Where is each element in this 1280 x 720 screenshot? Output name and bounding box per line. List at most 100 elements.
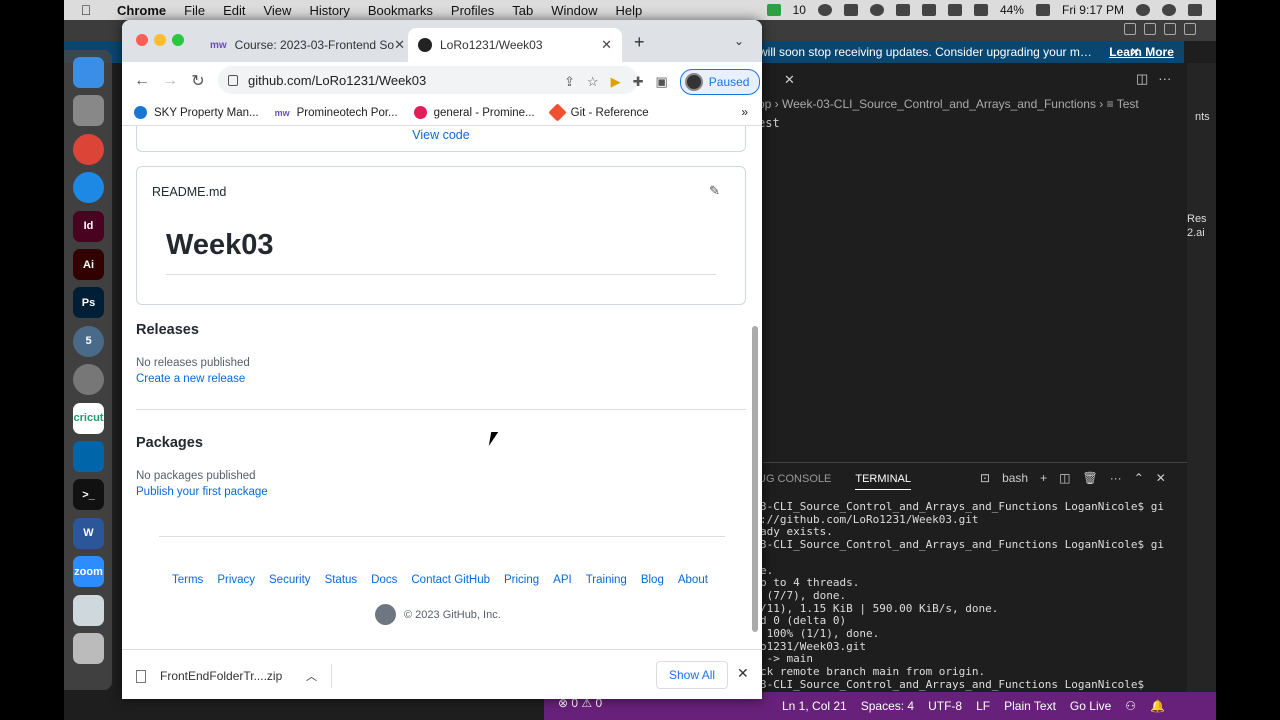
close-tab-icon[interactable]: ✕ [394,37,405,53]
dock-zoom-icon[interactable]: zoom [73,556,104,588]
control-center-icon[interactable] [1188,4,1202,16]
airplay-icon[interactable] [973,4,988,16]
status-m-icon[interactable] [843,4,858,16]
toggle-panel-icon[interactable] [1144,23,1156,35]
close-panel-icon[interactable]: ✕ [1156,471,1166,485]
tab-course[interactable]: mw Course: 2023-03-Frontend So ✕ [200,28,408,62]
dock-preview-icon[interactable] [73,594,104,626]
line-ending[interactable]: LF [976,699,990,713]
dock-safari-icon[interactable] [73,172,104,204]
bookmark-promineotech[interactable]: mw Promineotech Por... [275,107,398,119]
view-code-link[interactable]: View code [137,128,745,142]
menu-app-name[interactable]: Chrome [108,3,175,18]
dock-cricut-icon[interactable]: cricut [73,402,104,434]
menu-profiles[interactable]: Profiles [442,3,503,18]
bookmarks-overflow-icon[interactable]: » [741,105,748,119]
reload-icon[interactable]: ↻ [184,71,212,91]
zoom-window-icon[interactable] [172,34,184,46]
tab-search-chevron-icon[interactable]: ⌄ [734,34,744,48]
language-mode[interactable]: Plain Text [1004,699,1056,713]
url-text[interactable]: github.com/LoRo1231/Week03 [248,73,426,88]
lock-icon[interactable] [228,74,238,86]
side-panel-icon[interactable]: ▣ [655,74,667,90]
bluetooth-icon[interactable] [895,4,910,16]
dock-illustrator-icon[interactable]: Ai [73,249,104,280]
footer-link-about[interactable]: About [678,574,708,586]
siri-icon[interactable] [1162,4,1176,16]
footer-link-training[interactable]: Training [586,574,627,586]
tab-debug-console[interactable]: UG CONSOLE [758,473,831,490]
footer-link-contact[interactable]: Contact GitHub [411,574,490,586]
dock-launchpad-icon[interactable] [73,95,104,127]
battery-icon[interactable] [1035,4,1050,16]
menu-bookmarks[interactable]: Bookmarks [359,3,442,18]
readme-filename[interactable]: README.md [152,185,226,199]
volume-icon[interactable] [947,4,962,16]
more-actions-icon[interactable]: ··· [1158,71,1171,87]
split-editor-icon[interactable]: ◫ [1136,71,1148,87]
bookmark-star-icon[interactable]: ☆ [587,74,599,90]
footer-link-api[interactable]: API [553,574,572,586]
breadcrumb[interactable]: op › Week-03-CLI_Source_Control_and_Arra… [758,97,1178,111]
forward-icon[interactable]: → [156,72,184,90]
accounts-icon[interactable]: ⚇ [1125,699,1136,713]
notification-close-icon[interactable]: ✕ [1130,41,1140,63]
new-terminal-icon[interactable]: + [1040,471,1047,485]
status-badge[interactable]: 10 [793,3,806,17]
wifi-icon[interactable] [921,4,936,16]
customize-layout-icon[interactable] [1184,23,1196,35]
menu-tab[interactable]: Tab [503,3,542,18]
menu-view[interactable]: View [254,3,300,18]
edit-pencil-icon[interactable]: ✎ [709,183,720,199]
learn-more-link[interactable]: Learn More [1109,45,1174,59]
footer-link-status[interactable]: Status [325,574,358,586]
dock-photoshop-icon[interactable]: Ps [73,287,104,319]
extension-play-icon[interactable]: ▶ [611,74,621,90]
menu-history[interactable]: History [300,3,358,18]
toggle-secondary-sidebar-icon[interactable] [1164,23,1176,35]
menu-window[interactable]: Window [542,3,606,18]
share-icon[interactable]: ⇪ [564,74,575,90]
create-release-link[interactable]: Create a new release [136,373,245,385]
split-terminal-icon[interactable]: ◫ [1059,471,1070,485]
dock-finder-icon[interactable] [73,57,104,88]
releases-title[interactable]: Releases [136,322,199,338]
page-content[interactable]: View code README.md ✎ Week03 Releases No… [122,126,762,649]
kill-terminal-icon[interactable]: 🗑 [1082,471,1097,485]
profile-button[interactable]: Paused [679,69,761,95]
battery-percent[interactable]: 44% [1000,3,1024,17]
menu-edit[interactable]: Edit [214,3,254,18]
toggle-sidebar-icon[interactable] [1124,23,1136,35]
dock-indesign-icon[interactable]: Id [73,210,104,242]
bookmark-slack-general[interactable]: general - Promine... [413,106,535,119]
dock-word-icon[interactable]: W [73,517,104,549]
footer-link-pricing[interactable]: Pricing [504,574,539,586]
page-scrollbar[interactable] [752,326,758,632]
github-mark-icon[interactable] [375,604,396,625]
close-downloads-icon[interactable]: ✕ [737,665,749,682]
extensions-puzzle-icon[interactable]: ✚ [633,74,644,90]
publish-package-link[interactable]: Publish your first package [136,486,268,498]
indentation[interactable]: Spaces: 4 [861,699,914,713]
terminal-shell-icon[interactable]: ⊡ [980,471,990,485]
chevron-up-icon[interactable]: ︿ [306,668,317,684]
new-tab-icon[interactable]: + [634,32,645,53]
minimize-window-icon[interactable] [154,34,166,46]
status-circle-icon[interactable] [817,4,832,16]
dock-vscode-icon[interactable] [73,441,104,472]
tab-github-week03[interactable]: LoRo1231/Week03 ✕ [408,28,622,62]
download-item[interactable]: FrontEndFolderTr....zip ︿ [136,664,332,688]
footer-link-terms[interactable]: Terms [172,574,203,586]
dock-chrome-icon[interactable] [73,133,104,165]
packages-title[interactable]: Packages [136,435,203,451]
dock-app-5-icon[interactable]: 5 [73,325,104,357]
cursor-position[interactable]: Ln 1, Col 21 [782,699,847,713]
spotlight-icon[interactable] [1136,4,1150,16]
footer-link-docs[interactable]: Docs [371,574,397,586]
encoding[interactable]: UTF-8 [928,699,962,713]
menubar-clock[interactable]: Fri 9:17 PM [1062,3,1124,17]
apple-menu-icon[interactable]:  [64,2,108,18]
editor-tab-close-icon[interactable]: ✕ [784,72,795,88]
dock-terminal-icon[interactable]: >_ [73,479,104,511]
menu-file[interactable]: File [175,3,214,18]
